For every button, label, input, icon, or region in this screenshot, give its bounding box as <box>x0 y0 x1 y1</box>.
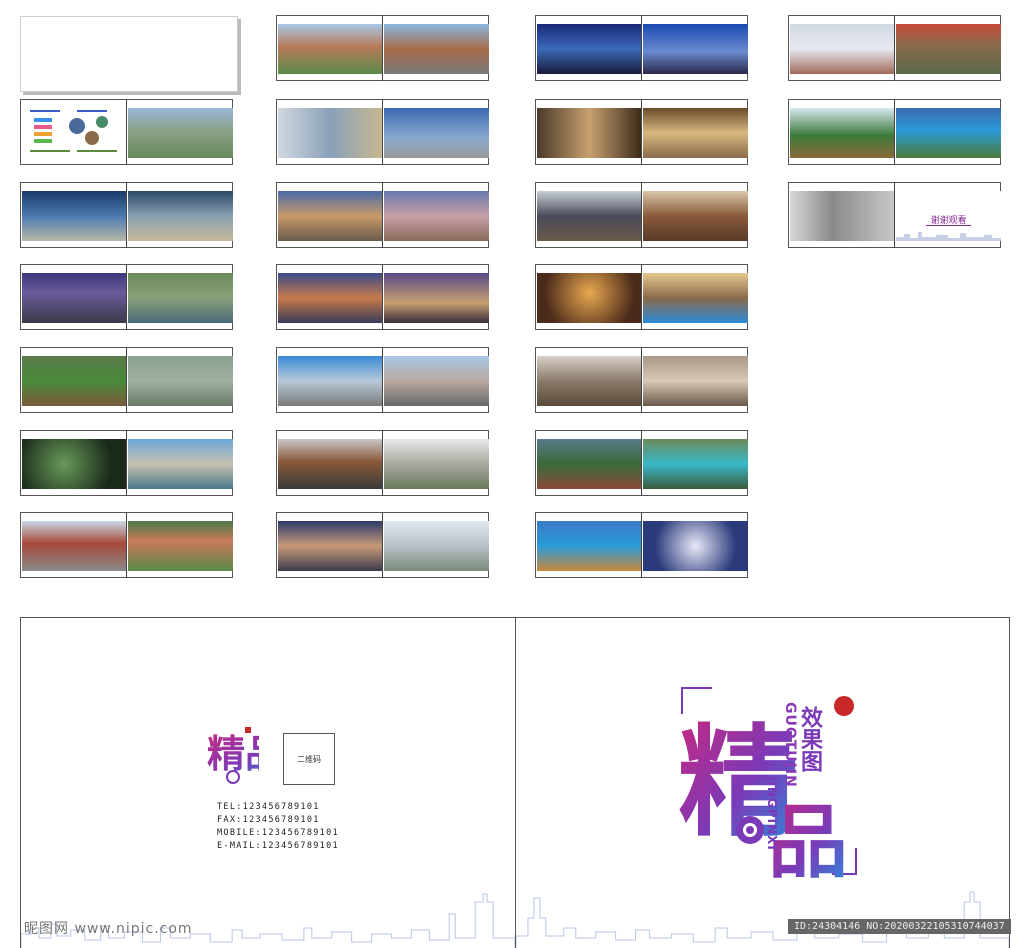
cover-pinyin-guotujin: GUOTUJIN <box>782 702 798 788</box>
spread-thumbnail[interactable] <box>20 347 233 413</box>
spread-thumbnail[interactable] <box>535 15 748 81</box>
spread-thumbnail[interactable] <box>276 182 489 248</box>
page-thumbnail-aerial <box>128 108 233 158</box>
contact-email: E-MAIL:123456789101 <box>217 841 339 851</box>
spread-thumbnail[interactable] <box>20 512 233 578</box>
cover-big-char-pin: 品 <box>768 795 848 880</box>
spread-thumbnail[interactable] <box>20 182 233 248</box>
contact-mobile: MOBILE:123456789101 <box>217 828 339 838</box>
qr-code-placeholder[interactable]: 二维码 <box>283 733 335 785</box>
seal-stamp <box>834 696 854 716</box>
svg-text:精品: 精品 <box>207 731 259 776</box>
spread-thumbnail[interactable] <box>535 99 748 165</box>
spread-thumbnail[interactable] <box>535 512 748 578</box>
blank-cover-sheet[interactable] <box>20 16 238 92</box>
spread-thumbnail[interactable] <box>788 99 1001 165</box>
contact-fax: FAX:123456789101 <box>217 815 320 825</box>
back-cover[interactable]: 精品 二维码 TEL:123456789101 FAX:123456789101… <box>20 617 516 948</box>
page-thanks: 谢谢观看 <box>896 191 1001 241</box>
spread-thumbnail[interactable] <box>276 512 489 578</box>
spread-thumbnail[interactable] <box>20 99 233 165</box>
spread-thumbnail[interactable] <box>20 430 233 496</box>
spread-thumbnail[interactable] <box>276 264 489 330</box>
watermark-left: 昵图网 www.nipic.com <box>24 921 193 937</box>
page-thumbnail-diagram <box>22 108 127 158</box>
spread-thumbnail[interactable] <box>535 182 748 248</box>
spread-thumbnail[interactable] <box>535 347 748 413</box>
front-cover[interactable]: 精 品 效果图 GUOTUJIN JINGPINXI <box>515 617 1010 948</box>
spread-thumbnail[interactable] <box>276 99 489 165</box>
watermark-right: ID:24304146 NO:20200322105310744037 <box>788 919 1011 934</box>
spread-thumbnail[interactable] <box>20 264 233 330</box>
spread-thumbnail-final[interactable]: 谢谢观看 <box>788 182 1001 248</box>
cover-subtitle: 效果图 <box>797 705 823 772</box>
skyline-illustration <box>516 891 1009 948</box>
contact-info: TEL:123456789101 FAX:123456789101 MOBILE… <box>217 801 339 853</box>
spread-thumbnail[interactable] <box>276 15 489 81</box>
front-cover-logo: 精 品 效果图 GUOTUJIN JINGPINXI <box>678 687 857 880</box>
spread-thumbnail[interactable] <box>276 347 489 413</box>
spread-thumbnail[interactable] <box>788 15 1001 81</box>
spread-thumbnail[interactable] <box>276 430 489 496</box>
back-cover-logo: 精品 <box>207 727 259 784</box>
spread-thumbnail[interactable] <box>535 264 748 330</box>
cover-pinyin-jingpinxi: JINGPINXI <box>765 775 779 851</box>
spread-thumbnail[interactable] <box>535 430 748 496</box>
contact-tel: TEL:123456789101 <box>217 802 320 812</box>
